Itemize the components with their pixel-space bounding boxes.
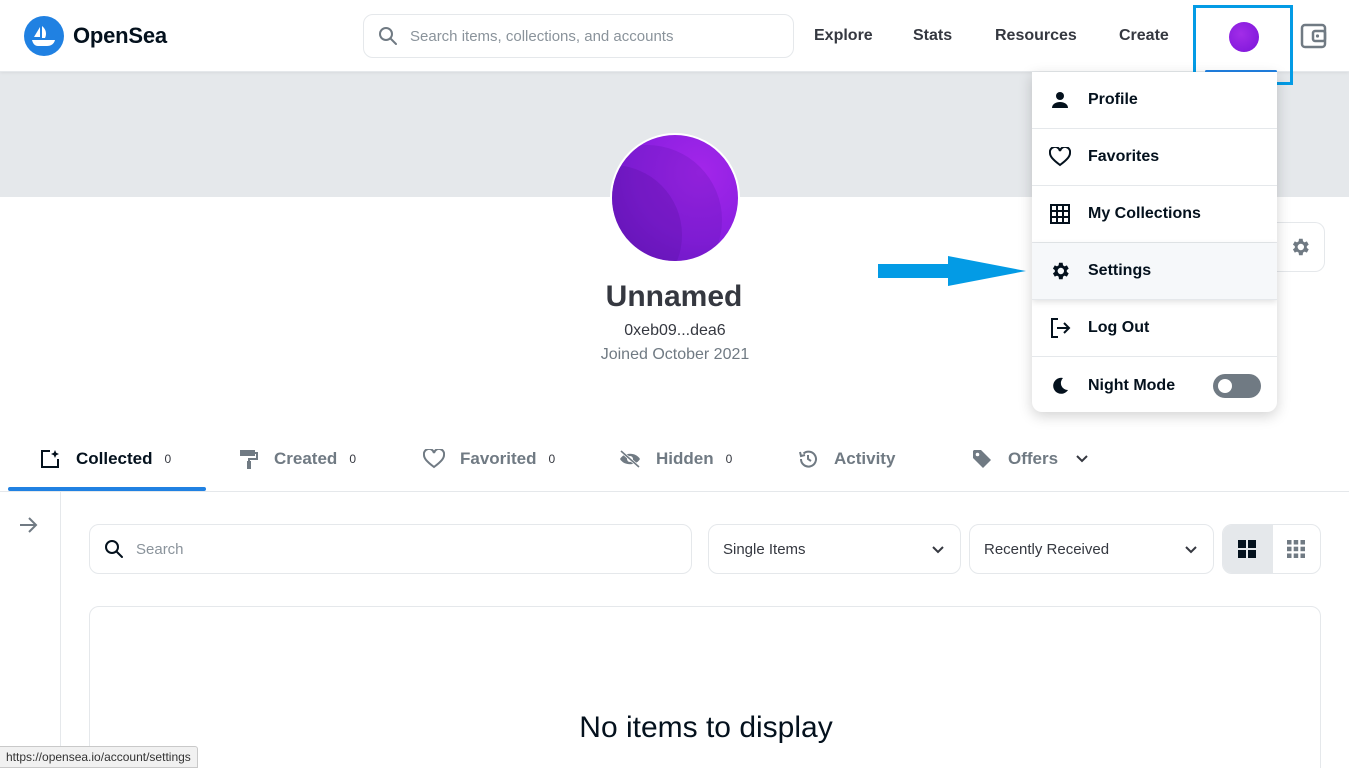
tab-count: 0 bbox=[725, 452, 733, 466]
joined-date: Joined October 2021 bbox=[600, 346, 750, 363]
items-empty-state: No items to display bbox=[89, 606, 1321, 768]
large-grid-button[interactable] bbox=[1223, 525, 1272, 573]
top-header: OpenSea Explore Stats Resources Create bbox=[0, 0, 1349, 85]
tab-label: Created bbox=[274, 449, 338, 468]
chevron-down-icon bbox=[1076, 455, 1088, 463]
small-grid-button[interactable] bbox=[1271, 525, 1321, 573]
active-tab-indicator bbox=[8, 487, 206, 491]
menu-item-label: Settings bbox=[1088, 262, 1152, 279]
chevron-down-icon bbox=[932, 546, 944, 554]
menu-item-label: Log Out bbox=[1088, 319, 1150, 336]
browser-status-url: https://opensea.io/account/settings bbox=[0, 746, 198, 768]
sort-value: Recently Received bbox=[984, 540, 1110, 558]
menu-item-profile[interactable]: Profile bbox=[1032, 72, 1277, 129]
gear-icon bbox=[1048, 259, 1072, 283]
nav-stats[interactable]: Stats bbox=[913, 0, 952, 72]
menu-item-label: Profile bbox=[1088, 91, 1138, 108]
empty-message: No items to display bbox=[579, 711, 833, 744]
menu-item-settings[interactable]: Settings bbox=[1032, 243, 1277, 300]
item-type-value: Single Items bbox=[723, 540, 806, 558]
annotation-arrow bbox=[878, 256, 1026, 286]
menu-item-label: Favorites bbox=[1088, 148, 1160, 165]
night-mode-toggle[interactable] bbox=[1213, 374, 1261, 398]
arrow-right-icon[interactable] bbox=[17, 514, 39, 536]
tab-activity[interactable]: Activity bbox=[796, 426, 895, 492]
menu-item-label: Night Mode bbox=[1088, 376, 1176, 394]
tab-label: Activity bbox=[834, 449, 896, 468]
wallet-address[interactable]: 0xeb09...dea6 bbox=[560, 322, 790, 340]
gear-icon bbox=[1292, 238, 1309, 256]
account-avatar bbox=[1229, 22, 1259, 52]
account-dropdown-menu: Profile Favorites My Collections Setting… bbox=[1032, 72, 1277, 412]
moon-icon bbox=[1048, 374, 1072, 398]
heart-icon bbox=[1048, 145, 1072, 169]
tab-label: Favorited bbox=[460, 449, 537, 468]
menu-item-night-mode[interactable]: Night Mode bbox=[1032, 357, 1277, 412]
collected-icon bbox=[38, 447, 62, 471]
menu-item-favorites[interactable]: Favorites bbox=[1032, 129, 1277, 186]
nav-explore[interactable]: Explore bbox=[814, 0, 873, 72]
menu-item-log-out[interactable]: Log Out bbox=[1032, 300, 1277, 357]
tab-label: Collected bbox=[76, 449, 153, 468]
opensea-logo[interactable]: OpenSea bbox=[24, 16, 167, 56]
tab-hidden[interactable]: Hidden 0 bbox=[618, 426, 732, 492]
large-grid-icon bbox=[1238, 540, 1257, 558]
paint-roller-icon bbox=[236, 447, 260, 471]
tab-label: Hidden bbox=[656, 449, 714, 468]
tab-created[interactable]: Created 0 bbox=[236, 426, 356, 492]
brand-name: OpenSea bbox=[73, 23, 167, 48]
tab-favorited[interactable]: Favorited 0 bbox=[422, 426, 555, 492]
grid-icon bbox=[1048, 202, 1072, 226]
heart-icon bbox=[422, 447, 446, 471]
tab-offers[interactable]: Offers bbox=[970, 426, 1090, 492]
wallet-icon[interactable] bbox=[1300, 22, 1328, 50]
sort-select[interactable]: Recently Received bbox=[969, 524, 1214, 574]
global-search[interactable] bbox=[363, 14, 794, 58]
menu-item-my-collections[interactable]: My Collections bbox=[1032, 186, 1277, 243]
profile-name-text: Unnamed bbox=[605, 280, 743, 313]
search-icon bbox=[105, 540, 123, 558]
tab-count: 0 bbox=[349, 452, 356, 466]
tab-label: Offers bbox=[1008, 449, 1059, 468]
filter-sidebar-collapsed bbox=[0, 492, 61, 768]
opensea-account-page: OpenSea Explore Stats Resources Create U… bbox=[0, 0, 1349, 768]
nav-create[interactable]: Create bbox=[1119, 0, 1169, 72]
history-icon bbox=[796, 447, 820, 471]
profile-settings-button[interactable] bbox=[1275, 222, 1325, 272]
person-icon bbox=[1048, 88, 1072, 112]
opensea-ship-icon bbox=[24, 16, 64, 56]
tab-collected[interactable]: Collected 0 bbox=[38, 426, 171, 492]
tab-count: 0 bbox=[164, 452, 172, 466]
items-search[interactable] bbox=[89, 524, 692, 574]
nav-resources[interactable]: Resources bbox=[995, 0, 1077, 72]
tag-icon bbox=[970, 447, 994, 471]
items-search-input[interactable] bbox=[136, 540, 656, 558]
global-search-input[interactable] bbox=[410, 27, 770, 45]
grid-view-toggle bbox=[1222, 524, 1321, 574]
tab-count: 0 bbox=[548, 452, 556, 466]
chevron-down-icon bbox=[1185, 546, 1197, 554]
small-grid-icon bbox=[1287, 540, 1306, 558]
menu-item-label: My Collections bbox=[1088, 205, 1201, 222]
item-type-select[interactable]: Single Items bbox=[708, 524, 961, 574]
eye-off-icon bbox=[618, 447, 642, 471]
profile-avatar bbox=[610, 133, 740, 263]
profile-tabs: Collected 0 Created 0 Favorited 0 Hidden… bbox=[0, 426, 1349, 492]
search-icon bbox=[379, 27, 397, 45]
logout-icon bbox=[1048, 316, 1072, 340]
